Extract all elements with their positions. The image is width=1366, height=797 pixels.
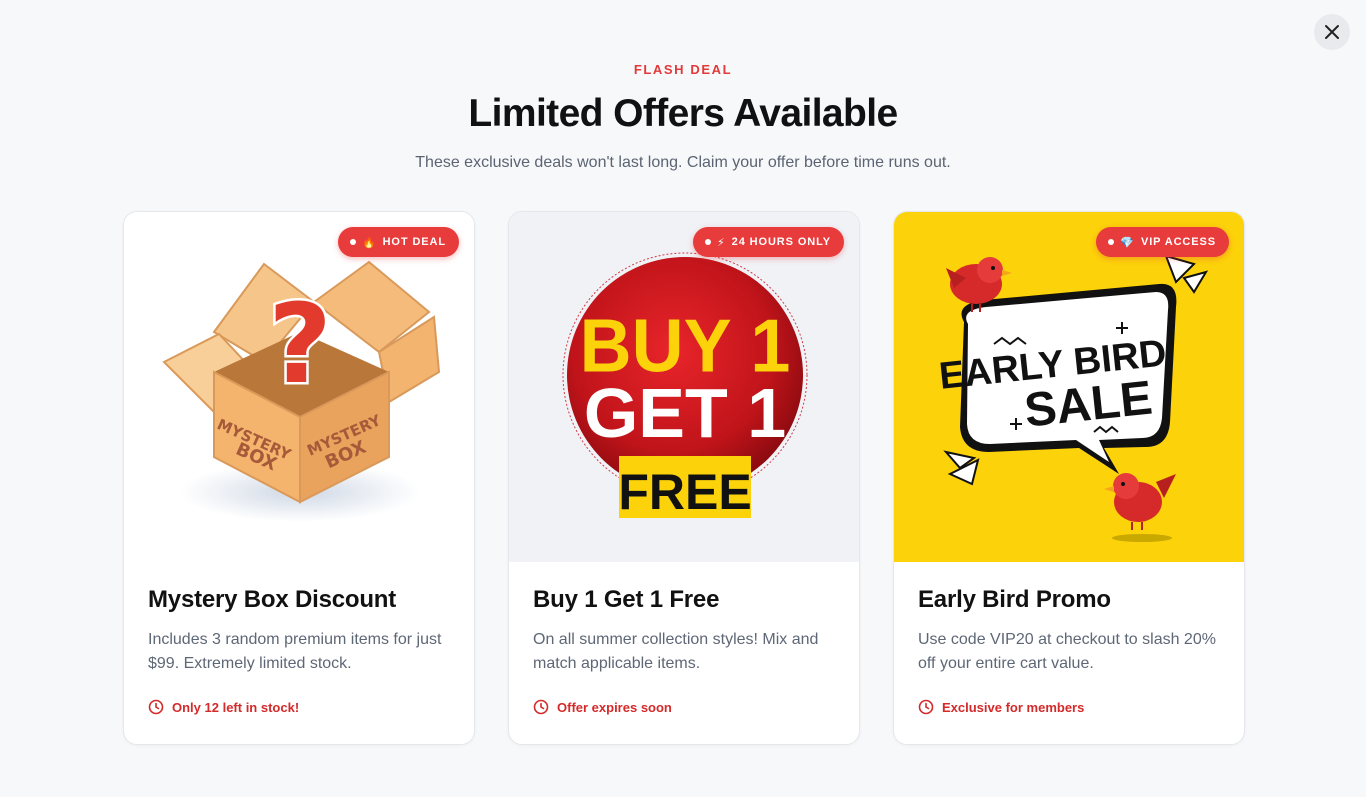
card-description: Includes 3 random premium items for just…: [148, 631, 442, 672]
status-badge: 🔥 HOT DEAL: [337, 227, 459, 257]
eyebrow-label: FLASH DEAL: [633, 62, 733, 77]
badge-label: HOT DEAL: [382, 236, 446, 248]
close-button[interactable]: [1314, 14, 1350, 50]
clock-icon: [533, 699, 549, 715]
card-title: Early Bird Promo: [918, 586, 1111, 613]
badge-label: 24 HOURS ONLY: [731, 236, 831, 248]
card-note: Exclusive for members: [918, 699, 1084, 715]
early-bird-illustration: EARLY BIRD SALE: [937, 254, 1209, 542]
card-note: Only 12 left in stock!: [148, 699, 299, 715]
offer-card-early-bird[interactable]: EARLY BIRD SALE 💎 VIP ACCESS Early Bird …: [893, 211, 1245, 745]
clock-icon: [918, 699, 934, 715]
status-badge: ⚡ 24 HOURS ONLY: [693, 227, 844, 257]
card-note-label: Only 12 left in stock!: [172, 699, 300, 715]
offer-image-early-bird: EARLY BIRD SALE 💎 VIP ACCESS: [894, 212, 1244, 562]
badge-dot: [1108, 239, 1115, 245]
card-title: Buy 1 Get 1 Free: [533, 586, 720, 613]
page-title: Limited Offers Available: [468, 92, 898, 135]
svg-text:?: ?: [268, 280, 332, 408]
close-icon: [1325, 25, 1339, 39]
page-subtitle: These exclusive deals won't last long. C…: [415, 154, 951, 171]
badge-label: VIP ACCESS: [1140, 236, 1216, 248]
offers-modal: FLASH DEAL Limited Offers Available Thes…: [0, 0, 1366, 797]
card-description: On all summer collection styles! Mix and…: [533, 631, 819, 672]
card-note-label: Exclusive for members: [942, 699, 1085, 715]
bogo-line-3: FREE: [618, 464, 751, 520]
mystery-box-illustration: ? MYSTERY BOX MYSTERY BOX: [162, 260, 441, 522]
offer-card-mystery-box[interactable]: ? MYSTERY BOX MYSTERY BOX 🔥 HOT DEAL Mys…: [123, 211, 475, 745]
bogo-illustration: BUY 1 GET 1 FREE: [562, 252, 808, 520]
badge-dot: [349, 239, 356, 245]
gem-icon: 💎: [1120, 236, 1135, 249]
offer-card-bogo[interactable]: BUY 1 GET 1 FREE ⚡ 24 HOURS ONLY Buy 1 G…: [508, 211, 860, 745]
offer-image-bogo: BUY 1 GET 1 FREE ⚡ 24 HOURS ONLY: [509, 212, 859, 562]
status-badge: 💎 VIP ACCESS: [1096, 227, 1229, 257]
badge-dot: [705, 239, 712, 245]
card-note-label: Offer expires soon: [557, 699, 672, 715]
card-title: Mystery Box Discount: [148, 586, 397, 613]
lightning-icon: ⚡: [717, 236, 726, 249]
card-note: Offer expires soon: [533, 699, 672, 715]
card-description: Use code VIP20 at checkout to slash 20% …: [918, 631, 1216, 672]
fire-icon: 🔥: [361, 236, 377, 249]
offer-image-mystery-box: ? MYSTERY BOX MYSTERY BOX 🔥 HOT DEAL: [124, 212, 474, 562]
offer-cards: ? MYSTERY BOX MYSTERY BOX 🔥 HOT DEAL Mys…: [123, 211, 1245, 745]
bogo-line-2: GET 1: [584, 374, 786, 452]
clock-icon: [148, 699, 164, 715]
